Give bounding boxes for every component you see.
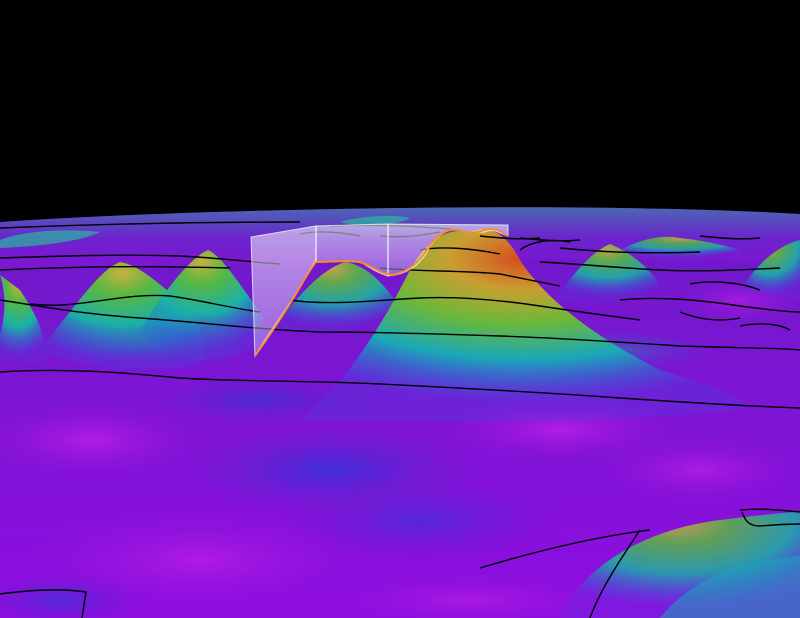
3d-viewport[interactable] [0,0,800,618]
terrain-scene[interactable] [0,0,800,618]
